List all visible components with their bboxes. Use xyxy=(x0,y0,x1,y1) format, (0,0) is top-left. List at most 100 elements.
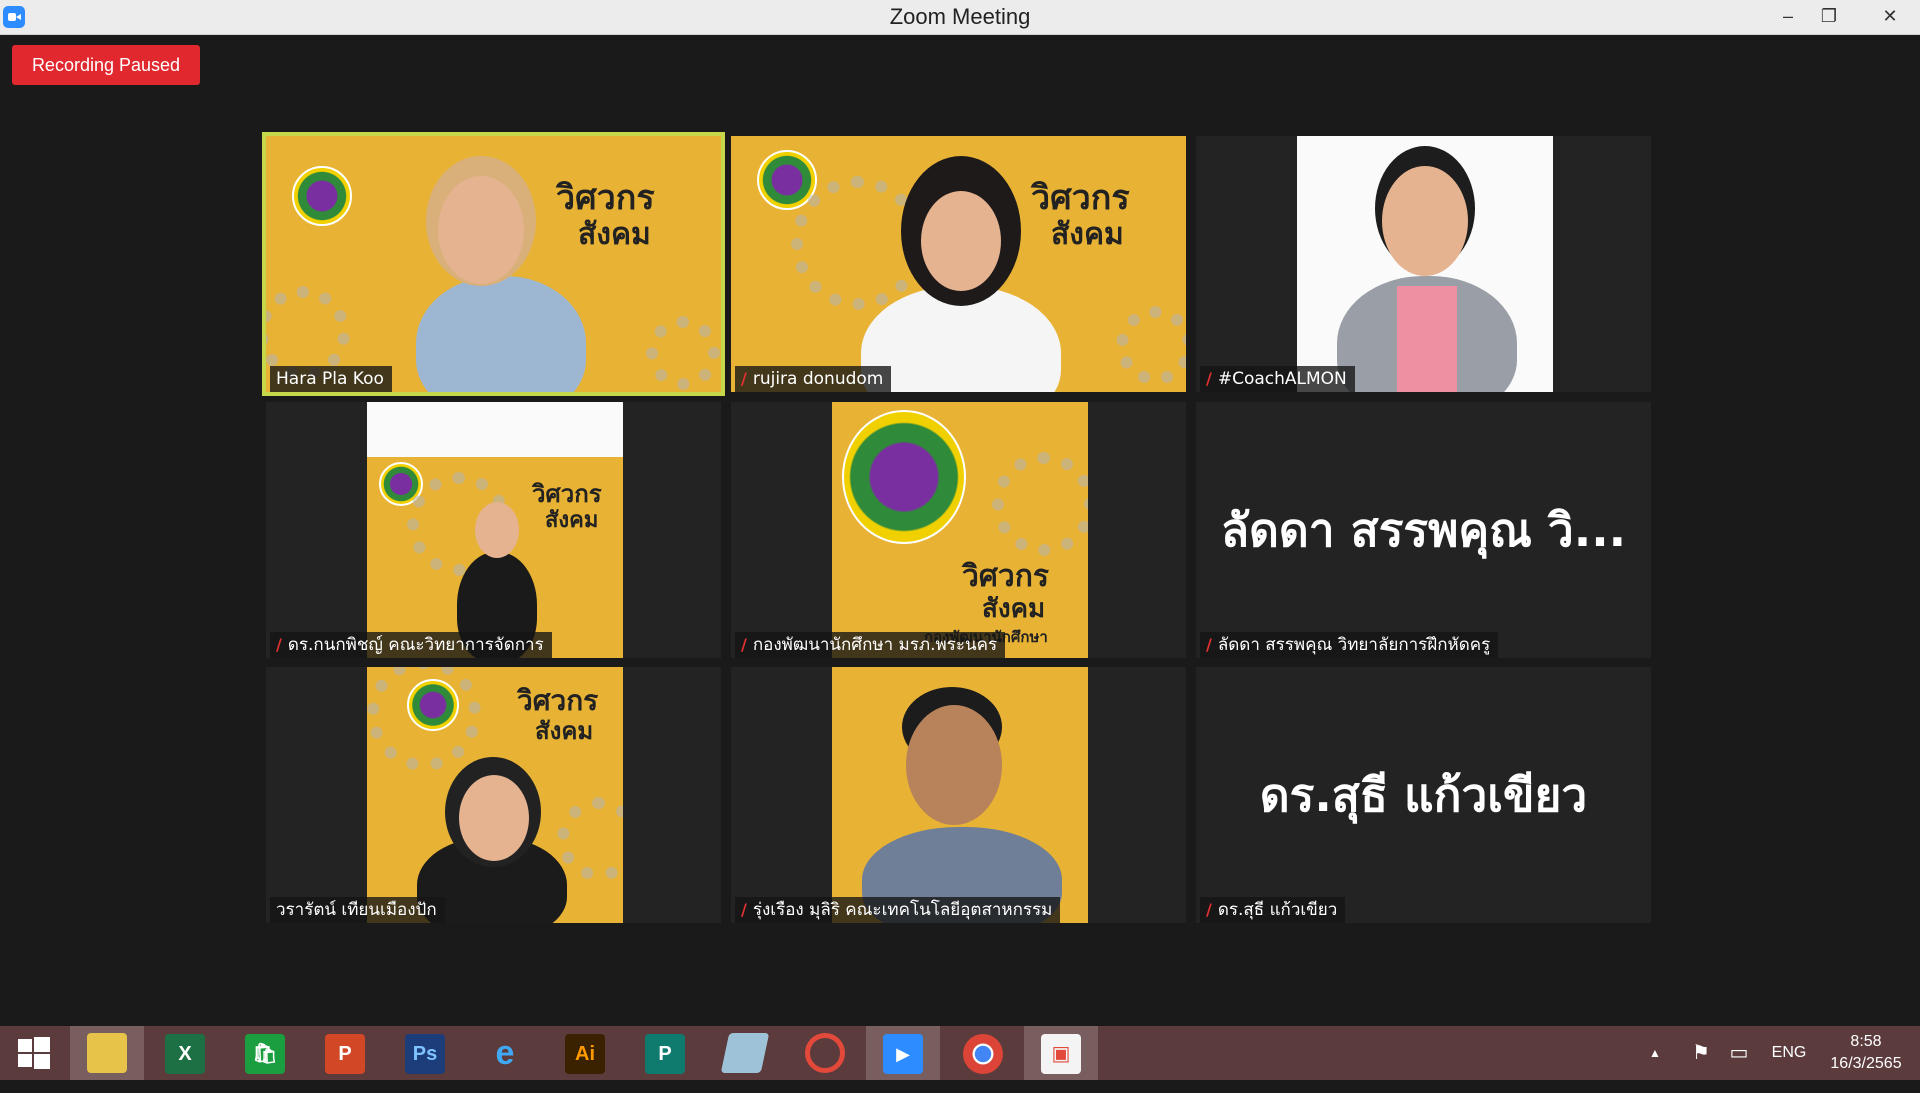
muted-mic-icon: / xyxy=(1206,635,1212,654)
windows-start-button[interactable] xyxy=(0,1026,68,1080)
participant-tile-1[interactable]: วิศวกร สังคม Hara Pla Koo xyxy=(262,132,725,396)
excel-button[interactable]: X xyxy=(148,1026,222,1080)
banner-subtitle: สังคม xyxy=(982,594,1046,624)
participant-face xyxy=(475,502,519,558)
powerpoint-button[interactable]: P xyxy=(308,1026,382,1080)
store-icon: 🛍 xyxy=(245,1034,285,1074)
folder-icon xyxy=(87,1033,127,1073)
participant-tile-7[interactable]: วิศวกร สังคม วรารัตน์ เทียนเมืองปัก xyxy=(266,667,721,923)
window-title: Zoom Meeting xyxy=(889,4,1031,29)
participant-name-label: Hara Pla Koo xyxy=(270,366,392,392)
participant-body xyxy=(416,276,586,392)
action-center-flag-icon[interactable]: ⚑ xyxy=(1686,1026,1716,1080)
participant-name-label: / ลัดดา สรรพคุณ วิทยาลัยการฝึกหัดครู xyxy=(1200,632,1499,658)
banner-subtitle: สังคม xyxy=(578,217,651,252)
gear-graphic xyxy=(1116,306,1186,385)
restore-button[interactable]: ❐ xyxy=(1806,0,1852,34)
notepad-icon xyxy=(720,1033,770,1073)
muted-mic-icon: / xyxy=(276,635,282,654)
participant-display-name: ลัดดา สรรพคุณ วิ... xyxy=(1220,502,1627,557)
internet-explorer-icon: e xyxy=(495,1034,515,1072)
participant-name-label: / กองพัฒนานักศึกษา มรภ.พระนคร xyxy=(735,632,1006,658)
participant-tile-5[interactable]: วิศวกร สังคม กองพัฒนานักศึกษา /กองพัฒนาน… xyxy=(731,402,1186,658)
windows-taskbar: X 🛍 P Ps e Ai P ▶ ● ▣ ▲ ⚑ ▭ ENG 8:58 16/… xyxy=(0,1026,1920,1080)
excel-icon: X xyxy=(165,1034,205,1074)
zoom-icon: ▶ xyxy=(883,1034,923,1074)
internet-explorer-button[interactable]: e xyxy=(468,1026,542,1080)
muted-mic-icon: / xyxy=(741,369,747,388)
close-button[interactable]: ✕ xyxy=(1860,0,1920,34)
participant-name-label: วรารัตน์ เทียนเมืองปัก xyxy=(270,897,445,923)
banner-subtitle: สังคม xyxy=(1051,217,1124,252)
recording-paused-badge[interactable]: Recording Paused xyxy=(12,45,200,85)
participant-video: วิศวกร สังคม xyxy=(367,667,623,923)
banner-title: วิศวกร xyxy=(556,178,655,218)
banner-subtitle: สังคม xyxy=(545,508,599,533)
gear-graphic xyxy=(646,316,720,390)
chrome-icon: ● xyxy=(963,1034,1003,1074)
participant-video: วิศวกร สังคม xyxy=(266,136,721,392)
illustrator-button[interactable]: Ai xyxy=(548,1026,622,1080)
banner-title: วิศวกร xyxy=(517,684,599,717)
banner-title: วิศวกร xyxy=(962,559,1050,594)
participant-video xyxy=(832,667,1088,923)
participant-tile-3[interactable]: / #CoachALMON xyxy=(1196,136,1651,392)
zoom-button[interactable]: ▶ xyxy=(866,1026,940,1080)
participant-face xyxy=(1382,166,1468,276)
participant-video: วิศวกร สังคม xyxy=(367,402,623,658)
participant-name-label: / rujira donudom xyxy=(735,366,892,392)
illustrator-icon: Ai xyxy=(565,1034,605,1074)
participant-video xyxy=(1297,136,1553,392)
muted-mic-icon: / xyxy=(1206,369,1212,388)
title-bar: Zoom Meeting – ❐ ✕ xyxy=(0,0,1920,35)
image-viewer-button[interactable]: ▣ xyxy=(1024,1026,1098,1080)
clock-time: 8:58 xyxy=(1850,1033,1882,1050)
network-icon[interactable]: ▭ xyxy=(1724,1026,1754,1080)
gear-graphic xyxy=(992,452,1088,556)
participant-tile-4[interactable]: วิศวกร สังคม / ดร.กนกพิชญ์ คณะวิทยาการจัด… xyxy=(266,402,721,658)
photoshop-icon: Ps xyxy=(405,1034,445,1074)
system-clock[interactable]: 8:58 16/3/2565 xyxy=(1816,1031,1916,1075)
powerpoint-icon: P xyxy=(325,1034,365,1074)
file-explorer-button[interactable] xyxy=(70,1026,144,1080)
windows-logo-icon xyxy=(18,1037,50,1069)
minimize-button[interactable]: – xyxy=(1765,0,1811,34)
participant-name-label: / ดร.กนกพิชญ์ คณะวิทยาการจัดการ xyxy=(270,632,552,658)
participant-face xyxy=(459,775,529,861)
photoscape-button[interactable] xyxy=(788,1026,862,1080)
participant-name-label: / รุ่งเรือง มุลิริ คณะเทคโนโลยีอุตสาหกรรม xyxy=(735,897,1061,923)
photoshop-button[interactable]: Ps xyxy=(388,1026,462,1080)
muted-mic-icon: / xyxy=(741,900,747,919)
muted-mic-icon: / xyxy=(741,635,747,654)
banner-subtitle: สังคม xyxy=(535,717,594,745)
university-emblem xyxy=(842,410,966,544)
language-indicator[interactable]: ENG xyxy=(1764,1026,1814,1080)
gear-graphic xyxy=(367,667,481,771)
publisher-button[interactable]: P xyxy=(628,1026,702,1080)
university-logo xyxy=(292,166,352,226)
participant-face xyxy=(921,191,1001,291)
photoscape-icon xyxy=(805,1033,845,1073)
participant-tile-6[interactable]: ลัดดา สรรพคุณ วิ... / ลัดดา สรรพคุณ วิทยา… xyxy=(1196,402,1651,658)
participant-face xyxy=(906,705,1002,825)
participant-face xyxy=(438,176,524,284)
gear-graphic xyxy=(557,797,623,881)
participant-tile-9[interactable]: ดร.สุธี แก้วเขียว / ดร.สุธี แก้วเขียว xyxy=(1196,667,1651,923)
banner-title: วิศวกร xyxy=(532,480,602,508)
image-viewer-icon: ▣ xyxy=(1041,1034,1081,1074)
participant-display-name: ดร.สุธี แก้วเขียว xyxy=(1259,767,1588,822)
chrome-button[interactable]: ● xyxy=(946,1026,1020,1080)
clock-date: 16/3/2565 xyxy=(1830,1055,1902,1072)
participant-name-label: / ดร.สุธี แก้วเขียว xyxy=(1200,897,1346,923)
participant-tile-2[interactable]: วิศวกร สังคม / rujira donudom xyxy=(731,136,1186,392)
banner-title: วิศวกร xyxy=(1031,178,1130,218)
publisher-icon: P xyxy=(645,1034,685,1074)
participant-name-label: / #CoachALMON xyxy=(1200,366,1355,392)
show-hidden-icons-button[interactable]: ▲ xyxy=(1640,1026,1670,1080)
store-button[interactable]: 🛍 xyxy=(228,1026,302,1080)
participant-tile-8[interactable]: / รุ่งเรือง มุลิริ คณะเทคโนโลยีอุตสาหกรรม xyxy=(731,667,1186,923)
notepad-button[interactable] xyxy=(708,1026,782,1080)
participant-video: วิศวกร สังคม กองพัฒนานักศึกษา xyxy=(832,402,1088,658)
participant-video: วิศวกร สังคม xyxy=(731,136,1186,392)
participant-shirt xyxy=(1397,286,1457,392)
